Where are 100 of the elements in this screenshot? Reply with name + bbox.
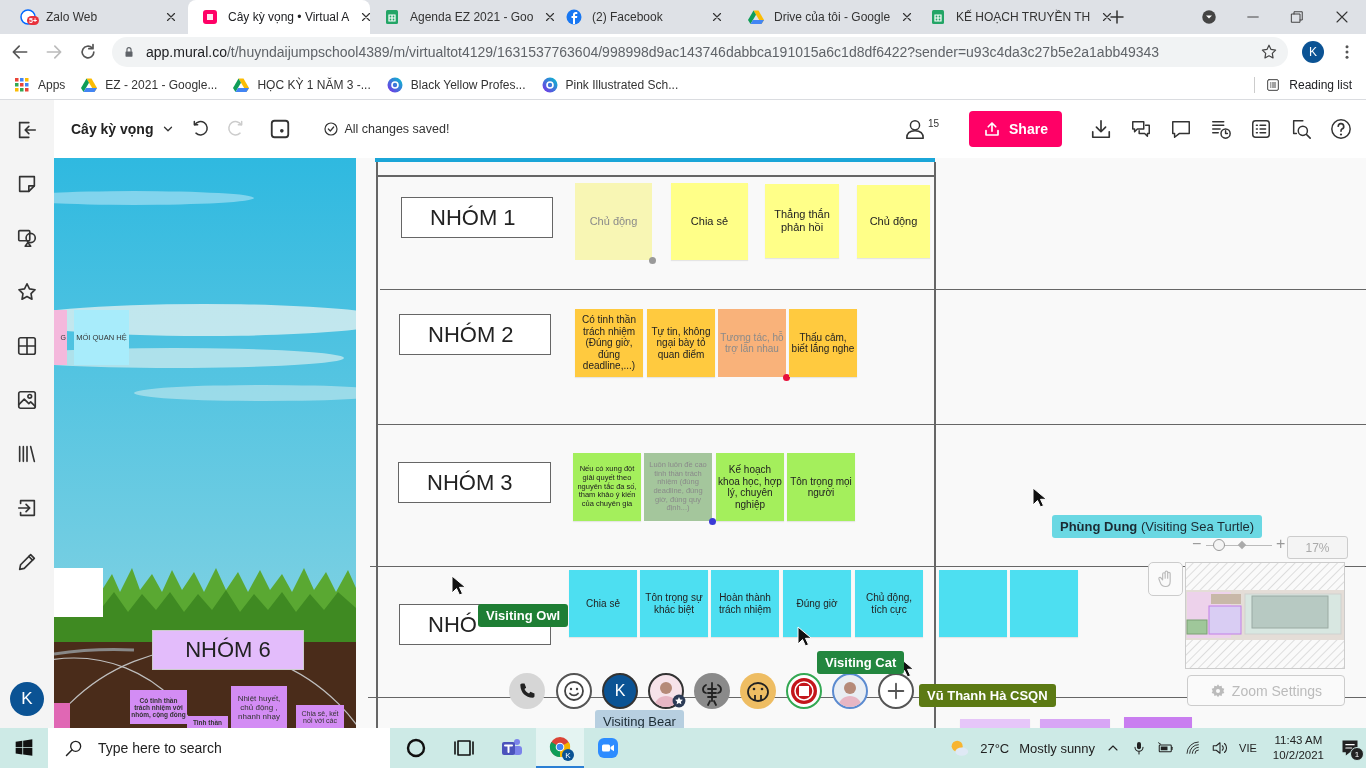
sticky-note-icon[interactable] xyxy=(16,173,38,195)
bookmark-link[interactable]: Apps xyxy=(14,76,66,93)
browser-tab[interactable]: (2) Facebook xyxy=(552,0,734,34)
note-text: Chủ động xyxy=(589,215,638,228)
group-label: NHÓM 1 xyxy=(401,197,553,238)
note-text: Tương tác, hỗ trợ lẫn nhau xyxy=(720,331,784,355)
pencil-icon[interactable] xyxy=(16,551,38,573)
sticky-note[interactable]: Có tinh thần trách nhiệm (Đúng giờ, đúng deadline,...) xyxy=(575,309,643,377)
chrome-icon xyxy=(548,735,572,759)
sticky-note[interactable]: Chia sẻ xyxy=(569,570,637,637)
ring-icon xyxy=(386,76,403,93)
timer-icon[interactable] xyxy=(269,118,292,140)
sticky-note[interactable]: Tôn trọng mọi người xyxy=(787,453,855,521)
search-icon[interactable] xyxy=(1290,118,1312,140)
star-icon[interactable] xyxy=(16,281,38,303)
close-icon[interactable] xyxy=(710,10,724,24)
help-icon[interactable] xyxy=(1330,118,1352,140)
outline-icon[interactable] xyxy=(1250,118,1272,140)
browser-tab[interactable]: KẾ HOẠCH TRUYỀN TH xyxy=(916,0,1098,34)
reload-icon[interactable] xyxy=(78,42,98,62)
taskbar-button[interactable]: K xyxy=(536,728,584,768)
person-icon[interactable] xyxy=(903,118,926,140)
user-avatar[interactable] xyxy=(648,673,684,709)
sticky-note[interactable]: Thấu cảm, biết lắng nghe xyxy=(789,309,857,377)
profile-avatar[interactable]: K xyxy=(1302,41,1324,63)
sticky-note[interactable]: Kế hoạch khoa học, hợp lý, chuyên nghiệp xyxy=(716,453,784,521)
triangle-icon xyxy=(81,76,98,93)
user-avatar[interactable]: K xyxy=(10,682,44,716)
note-text: Kế hoạch khoa học, hợp lý, chuyên nghiệp xyxy=(718,464,782,510)
board-title-button[interactable]: Cây kỳ vọng xyxy=(71,121,176,137)
note-text: Chia sẻ xyxy=(690,215,729,228)
user-avatar[interactable] xyxy=(740,673,776,709)
tab-search-icon[interactable] xyxy=(1200,8,1218,26)
user-avatar[interactable] xyxy=(694,673,730,709)
bookmark-link[interactable]: HỌC KỲ 1 NĂM 3 -... xyxy=(233,76,371,93)
sticky-note[interactable]: Đúng giờ xyxy=(783,570,851,637)
bookmark-link[interactable]: Black Yellow Profes... xyxy=(386,76,526,93)
grid-icon[interactable] xyxy=(16,335,38,357)
browser-tab[interactable]: Drive của tôi - Google xyxy=(734,0,916,34)
collaborator-label: Vũ Thanh Hà CSQN xyxy=(919,684,1056,707)
sticky-note[interactable]: Tôn trọng sự khác biệt xyxy=(640,570,708,637)
slider-thumb[interactable] xyxy=(1213,539,1226,551)
volume-icon[interactable] xyxy=(1211,739,1230,757)
add-button[interactable] xyxy=(878,673,914,709)
list-icon xyxy=(1265,76,1282,93)
note-text: Tôn trọng sự khác biệt xyxy=(644,592,704,615)
sticky-note[interactable]: Thẳng thắn phản hồi xyxy=(765,184,839,258)
image-icon[interactable] xyxy=(16,389,38,411)
cortana-icon xyxy=(404,736,428,760)
library-icon[interactable] xyxy=(16,443,38,465)
browser-tab[interactable]: Agenda EZ 2021 - Goo xyxy=(370,0,552,34)
comment-icon[interactable] xyxy=(1170,118,1192,140)
browser-tab[interactable]: Cây kỳ vọng • Virtual A xyxy=(188,0,370,34)
back-icon[interactable] xyxy=(10,42,30,62)
activity-icon[interactable] xyxy=(1210,118,1232,140)
reaction-button[interactable] xyxy=(556,673,592,709)
sticky-note: Nhiệt huyết, chủ động , nhanh nhạy xyxy=(231,686,287,728)
download-icon[interactable] xyxy=(1090,118,1112,140)
check-icon xyxy=(323,121,340,137)
triangle-icon xyxy=(233,76,250,93)
call-button[interactable] xyxy=(509,673,545,709)
import-icon[interactable] xyxy=(16,497,38,519)
address-field[interactable]: app.mural.co/t/huyndaijumpschool4389/m/virtualtot4129/1631537763604/998998d9ac143746dabbca191015a6c1d8df6422?sender=u93c4da3c27b5e2a1abb49343 xyxy=(112,37,1288,67)
sticky-note[interactable]: Chia sẻ xyxy=(671,183,748,260)
user-avatar[interactable]: K xyxy=(602,673,638,709)
collaborator-label: Visiting Bear xyxy=(595,710,684,728)
comments-icon[interactable] xyxy=(1130,118,1152,140)
shapes-icon[interactable] xyxy=(16,227,38,249)
notification-count: 1 xyxy=(1350,747,1364,761)
sticky-note[interactable]: Hoàn thành trách nhiệm xyxy=(711,570,779,637)
exit-icon[interactable] xyxy=(16,119,38,141)
language-indicator[interactable]: VIE xyxy=(1239,742,1257,754)
bookmark-link[interactable]: EZ - 2021 - Google... xyxy=(81,76,218,93)
windows-icon[interactable] xyxy=(14,738,34,758)
wifi-icon[interactable] xyxy=(1185,740,1202,756)
note-text: Thấu cảm, biết lắng nghe xyxy=(791,331,855,355)
note-text: Đúng giờ xyxy=(796,597,838,610)
clock-date[interactable]: 10/2/2021 xyxy=(1272,748,1324,763)
restore-icon[interactable] xyxy=(1288,8,1306,26)
user-avatar[interactable] xyxy=(786,673,822,709)
close-icon[interactable] xyxy=(164,10,178,24)
sticky-note[interactable]: Chủ động xyxy=(857,185,930,258)
ring-icon xyxy=(541,76,558,93)
save-status: All changes saved! xyxy=(344,122,450,136)
triangle-icon xyxy=(748,9,764,25)
spreadsheet-icon xyxy=(384,9,400,25)
sticky-note[interactable]: Chủ động, tích cực xyxy=(855,570,923,637)
reading-list-button[interactable]: Reading list xyxy=(1254,76,1352,93)
zoom-slider[interactable] xyxy=(1206,538,1272,552)
tick-mark-icon xyxy=(1237,540,1247,550)
sticky-note[interactable]: Tự tin, không ngại bày tỏ quan điểm xyxy=(647,309,715,377)
share-button[interactable]: Share xyxy=(969,111,1062,147)
new-tab-icon[interactable] xyxy=(1108,8,1126,26)
taskbar-search-field[interactable]: Type here to search xyxy=(48,728,390,768)
search-icon xyxy=(64,738,84,758)
clock-time[interactable]: 11:43 AM xyxy=(1274,733,1323,748)
note-text: Hoàn thành trách nhiệm xyxy=(717,592,773,615)
bookmark-link[interactable]: Pink Illustrated Sch... xyxy=(541,76,679,93)
gear-icon xyxy=(1209,682,1226,699)
star-icon[interactable] xyxy=(1260,43,1278,61)
